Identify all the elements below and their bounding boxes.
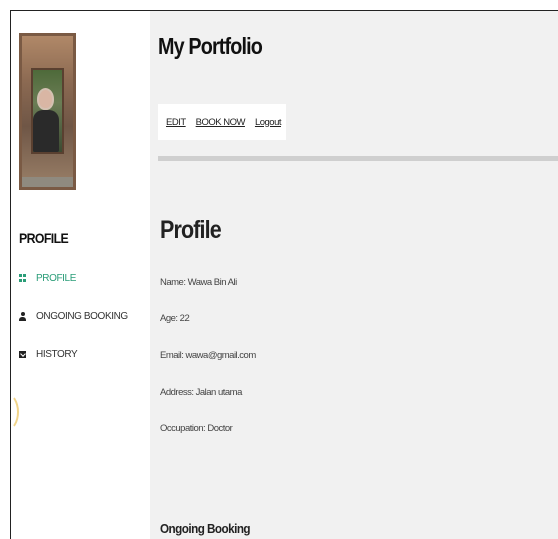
sidebar-item-ongoing-booking[interactable]: ONGOING BOOKING xyxy=(19,311,128,322)
sidebar-item-label: HISTORY xyxy=(36,349,78,360)
edit-link[interactable]: EDIT xyxy=(166,117,186,128)
page-title: My Portfolio xyxy=(158,33,263,59)
toolbar: EDIT BOOK NOW Logout xyxy=(158,104,286,140)
sidebar: PROFILE PROFILE ONGOING BOOKING HISTORY xyxy=(11,11,150,539)
envelope-icon xyxy=(19,351,26,358)
ongoing-booking-title: Ongoing Booking xyxy=(160,521,251,536)
sidebar-item-label: PROFILE xyxy=(36,273,76,284)
app-window: PROFILE PROFILE ONGOING BOOKING HISTORY … xyxy=(10,10,558,539)
sidebar-heading: PROFILE xyxy=(19,230,69,246)
profile-photo xyxy=(19,33,76,190)
user-icon xyxy=(19,312,26,321)
grid-icon xyxy=(19,274,26,283)
logout-link[interactable]: Logout xyxy=(255,117,282,128)
sidebar-item-history[interactable]: HISTORY xyxy=(19,349,78,360)
book-now-link[interactable]: BOOK NOW xyxy=(196,117,246,128)
main-content: My Portfolio EDIT BOOK NOW Logout Profil… xyxy=(150,11,558,539)
sidebar-item-label: ONGOING BOOKING xyxy=(36,311,128,322)
loading-indicator xyxy=(11,393,19,431)
occupation-field: Occupation: Doctor xyxy=(160,423,233,434)
sidebar-item-profile[interactable]: PROFILE xyxy=(19,273,76,284)
divider xyxy=(158,156,558,161)
name-field: Name: Wawa Bin Ali xyxy=(160,277,237,288)
age-field: Age: 22 xyxy=(160,313,190,324)
email-field: Email: wawa@gmail.com xyxy=(160,350,256,361)
profile-title: Profile xyxy=(160,216,222,244)
address-field: Address: Jalan utama xyxy=(160,387,242,398)
